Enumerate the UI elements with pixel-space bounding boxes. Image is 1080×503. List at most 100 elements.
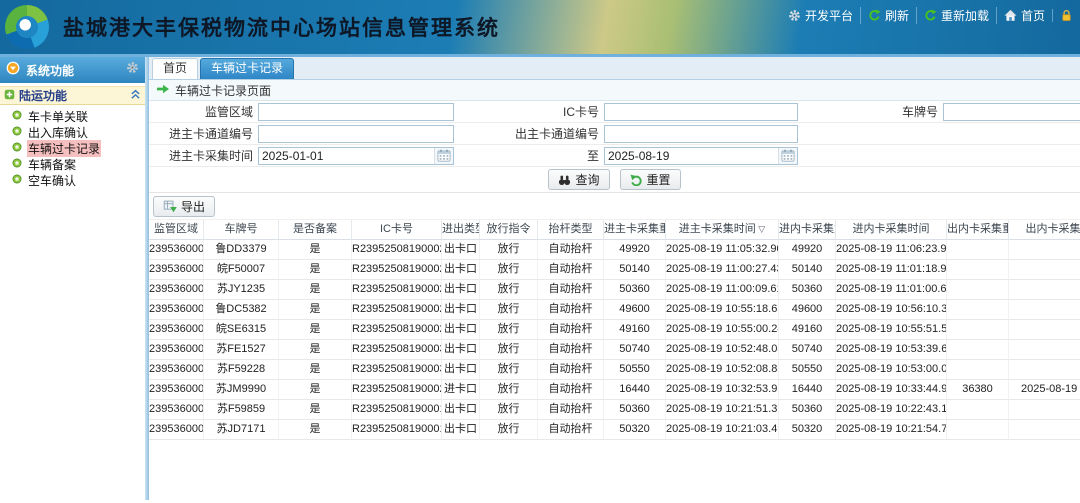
table-row[interactable]: 2395360001苏FE1527是R239525081900033出卡口放行自… <box>149 340 1080 360</box>
text-input-plate-no[interactable] <box>943 103 1080 121</box>
grid-header-cell-8[interactable]: 进主卡采集时间 ▽ <box>666 220 779 240</box>
top-link-refresh[interactable]: 刷新 <box>860 7 916 24</box>
grid-header-cell-7[interactable]: 进主卡采集重量 <box>604 220 666 240</box>
grid-cell: 2395360001 <box>149 320 204 340</box>
query-button[interactable]: 查询 <box>548 169 609 190</box>
top-link-label: 开发平台 <box>805 7 853 24</box>
grid-cell: 50320 <box>779 420 836 440</box>
tab-home[interactable]: 首页 <box>152 58 198 79</box>
calendar-icon[interactable] <box>434 148 453 164</box>
application-window: 盐城港大丰保税物流中心场站信息管理系统 开发平台刷新重新加载首页 系统功能 陆运… <box>0 0 1080 503</box>
grid-cell: 2025-08-19 10:56:10.380 <box>836 300 947 320</box>
table-row[interactable]: 2395360001皖SE6315是R239525081900023出卡口放行自… <box>149 320 1080 340</box>
sidebar-item-empty-vehicle-confirm[interactable]: 空车确认 <box>0 172 145 188</box>
grid-cell: 鲁DD3379 <box>204 240 279 260</box>
grid-cell: 是 <box>279 380 352 400</box>
text-input-entry-main-channel[interactable] <box>258 125 454 143</box>
grid-cell: 50140 <box>604 260 666 280</box>
grid-cell: R239525081900024 <box>352 240 442 260</box>
grid-header-cell-5[interactable]: 放行指令 <box>480 220 538 240</box>
sidebar-item-vehicle-filing[interactable]: 车辆备案 <box>0 156 145 172</box>
grid-cell: 自动抬杆 <box>538 420 604 440</box>
top-link-home[interactable]: 首页 <box>996 7 1052 24</box>
page-title: 车辆过卡记录页面 <box>175 82 271 99</box>
grid-cell: 50360 <box>779 280 836 300</box>
table-row[interactable]: 2395360001苏F59859是R239525081900019出卡口放行自… <box>149 400 1080 420</box>
filter-row: 进主卡通道编号出主卡通道编号 <box>149 123 1080 145</box>
grid-header-cell-2[interactable]: 是否备案 <box>279 220 352 240</box>
grid-cell: 出卡口 <box>442 280 480 300</box>
sidebar-section-header[interactable]: 陆运功能 <box>0 86 145 105</box>
grid-cell <box>1009 280 1080 300</box>
text-input-exit-main-channel[interactable] <box>604 125 798 143</box>
grid-header-cell-10[interactable]: 进内卡采集时间 <box>836 220 947 240</box>
collapse-all-icon[interactable] <box>6 61 20 80</box>
grid-cell: 2025-08-19 10:33:44.953 <box>836 380 947 400</box>
collapse-section-icon[interactable] <box>130 87 141 105</box>
grid-cell: 2025-08-19 11:01:00.637 <box>836 280 947 300</box>
export-button[interactable]: 导出 <box>153 196 215 217</box>
sidebar-header[interactable]: 系统功能 <box>0 57 145 83</box>
grid-cell: 出卡口 <box>442 420 480 440</box>
grid-cell: 2395360001 <box>149 260 204 280</box>
table-row[interactable]: 2395360001鲁DD3379是R239525081900024出卡口放行自… <box>149 240 1080 260</box>
reset-button[interactable]: 重置 <box>620 169 681 190</box>
grid-header-cell-1[interactable]: 车牌号 <box>204 220 279 240</box>
grid-cell: 是 <box>279 420 352 440</box>
top-link-label: 首页 <box>1021 7 1045 24</box>
sidebar-item-label: 空车确认 <box>27 172 77 189</box>
table-row[interactable]: 2395360001苏JD7171是R239525081900015出卡口放行自… <box>149 420 1080 440</box>
table-row[interactable]: 2395360001苏JY1235是R239525081900020出卡口放行自… <box>149 280 1080 300</box>
table-row[interactable]: 2395360001皖F50007是R239525081900022出卡口放行自… <box>149 260 1080 280</box>
table-row[interactable]: 2395360001苏JM9990是R239525081900029进卡口放行自… <box>149 380 1080 400</box>
grid-header-cell-12[interactable]: 出内卡采集时间 <box>1009 220 1080 240</box>
date-field-entry-main-time-to <box>604 147 798 165</box>
top-link-reload[interactable]: 重新加载 <box>916 7 996 24</box>
table-row[interactable]: 2395360001苏F59228是R239525081900032出卡口放行自… <box>149 360 1080 380</box>
grid-header-cell-9[interactable]: 进内卡采集重量 <box>779 220 836 240</box>
grid-cell: 出卡口 <box>442 320 480 340</box>
grid-cell: 放行 <box>480 280 538 300</box>
sidebar-item-vehicle-pass-record[interactable]: 车辆过卡记录 <box>0 140 145 156</box>
grid-cell: 2395360001 <box>149 240 204 260</box>
grid-cell: 2025-08-19 11:02 <box>1009 380 1080 400</box>
grid-header-cell-11[interactable]: 出内卡采集重量 <box>947 220 1009 240</box>
data-grid: 监管区域车牌号是否备案IC卡号进出类型放行指令抬杆类型进主卡采集重量进主卡采集时… <box>149 220 1080 440</box>
grid-cell: 2025-08-19 10:55:51.570 <box>836 320 947 340</box>
grid-header-cell-6[interactable]: 抬杆类型 <box>538 220 604 240</box>
grid-header-cell-0[interactable]: 监管区域 <box>149 220 204 240</box>
text-input-supervision-area[interactable] <box>258 103 454 121</box>
sidebar-item-label: 出入库确认 <box>27 124 89 141</box>
gear-icon[interactable] <box>126 61 139 79</box>
grid-cell <box>1009 320 1080 340</box>
grid-cell: 36380 <box>947 380 1009 400</box>
page-title-bar: 车辆过卡记录页面 <box>149 80 1080 101</box>
sidebar-item-vehicle-card-link[interactable]: 车卡单关联 <box>0 108 145 124</box>
grid-header-cell-3[interactable]: IC卡号 <box>352 220 442 240</box>
grid-cell: R239525081900032 <box>352 360 442 380</box>
grid-header-cell-4[interactable]: 进出类型 <box>442 220 480 240</box>
top-link-dev-platform[interactable]: 开发平台 <box>781 7 860 24</box>
grid-cell: R239525081900021 <box>352 300 442 320</box>
grid-cell: 50360 <box>604 400 666 420</box>
sidebar: 系统功能 陆运功能 车卡单关联出入库确认车辆过卡记录车辆备案空车确认 <box>0 57 145 500</box>
date-input-entry-main-time-to[interactable] <box>605 148 778 163</box>
date-input-entry-main-time-from[interactable] <box>259 148 434 163</box>
table-row[interactable]: 2395360001鲁DC5382是R239525081900021出卡口放行自… <box>149 300 1080 320</box>
grid-cell: 16440 <box>604 380 666 400</box>
grid-cell: 皖F50007 <box>204 260 279 280</box>
tab-vehicle-pass-record[interactable]: 车辆过卡记录 <box>200 58 294 79</box>
grid-cell: 苏JD7171 <box>204 420 279 440</box>
grid-cell: 放行 <box>480 380 538 400</box>
grid-cell: 自动抬杆 <box>538 320 604 340</box>
grid-cell: R239525081900023 <box>352 320 442 340</box>
calendar-icon[interactable] <box>778 148 797 164</box>
top-link-lock[interactable] <box>1052 9 1080 22</box>
sidebar-item-inout-storage-confirm[interactable]: 出入库确认 <box>0 124 145 140</box>
text-input-ic-card-no[interactable] <box>604 103 798 121</box>
grid-cell: 是 <box>279 300 352 320</box>
sidebar-section-title: 陆运功能 <box>19 87 126 104</box>
filter-form: 监管区域IC卡号车牌号进主卡通道编号出主卡通道编号进主卡采集时间至 <box>149 101 1080 167</box>
grid-cell: 2025-08-19 10:53:00.077 <box>836 360 947 380</box>
grid-cell: 自动抬杆 <box>538 280 604 300</box>
